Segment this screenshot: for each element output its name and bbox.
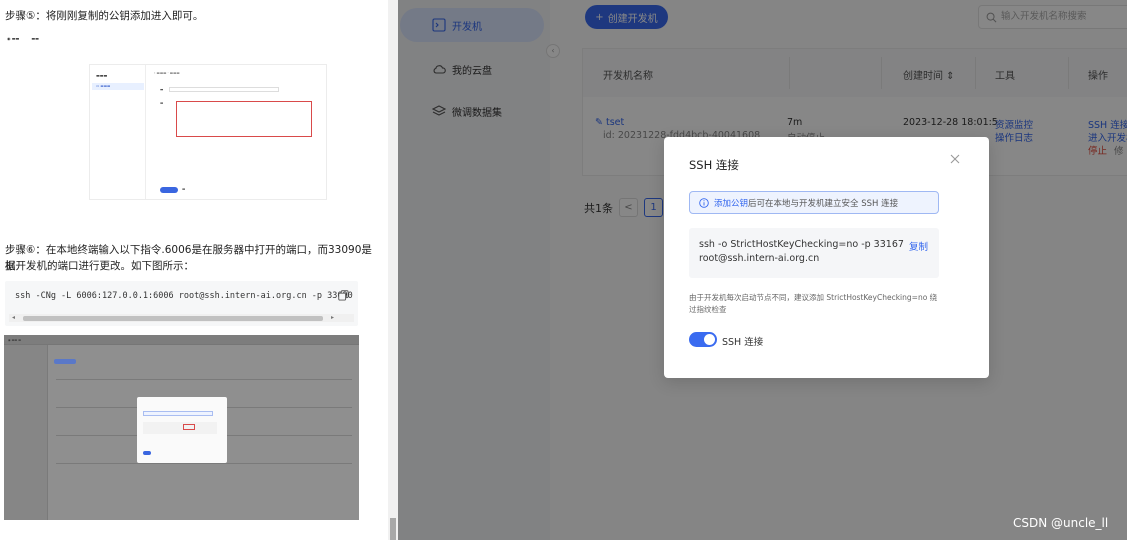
screenshot-row1: ▬ bbox=[160, 87, 280, 92]
screenshot2-row-line bbox=[56, 463, 352, 464]
screenshot-confirm-button bbox=[160, 187, 178, 193]
screenshot-side: ▬▬▬ ▭ ▬▬▬ bbox=[90, 65, 146, 199]
info-banner: 添加公钥 后可在本地与开发机建立安全 SSH 连接 bbox=[689, 191, 939, 214]
watermark: CSDN @uncle_ll bbox=[1013, 516, 1109, 530]
ssh-connect-dialog: SSH 连接 添加公钥 后可在本地与开发机建立安全 SSH 连接 ssh -o … bbox=[664, 137, 989, 378]
terminal-screenshot: ◉ ▬▬ ▬ bbox=[4, 335, 359, 520]
fingerprint-note: 由于开发机每次启动节点不同，建议添加 StrictHostKeyChecking… bbox=[689, 293, 938, 314]
screenshot-logo: ◉ ▬▬ bbox=[7, 35, 20, 41]
screenshot2-button bbox=[54, 359, 76, 364]
ssh-connect-toggle[interactable] bbox=[689, 332, 717, 347]
toggle-knob bbox=[704, 334, 715, 345]
document-scrollbar-thumb[interactable] bbox=[390, 518, 396, 540]
screenshot2-cmd bbox=[143, 422, 217, 434]
ssh-command-box: ssh -o StrictHostKeyChecking=no -p 33167… bbox=[689, 228, 939, 278]
screenshot-tab: ▬▬ bbox=[31, 35, 39, 41]
dialog-title: SSH 连接 bbox=[689, 158, 739, 172]
screenshot2-topbar: ◉ ▬▬ ▬ bbox=[4, 335, 359, 345]
copy-command-button[interactable]: 复制 bbox=[909, 239, 928, 253]
screenshot-key-textarea bbox=[176, 101, 312, 137]
public-key-screenshot: ◉ ▬▬ ▬▬ ▬▬▬ ▭ ▬▬▬ ‹ ▬▬▬ · ▬▬▬ ▬ ▬ ▬ bbox=[5, 30, 363, 208]
screenshot-card: ▬▬▬ ▭ ▬▬▬ ‹ ▬▬▬ · ▬▬▬ ▬ ▬ ▬ bbox=[89, 64, 327, 200]
screenshot-side-selected: ▭ ▬▬▬ bbox=[92, 83, 144, 90]
info-icon bbox=[699, 197, 709, 208]
screenshot2-info bbox=[143, 411, 213, 416]
document-scrollbar[interactable] bbox=[388, 0, 398, 540]
screenshot2-highlight bbox=[183, 424, 195, 430]
ssh-command-line2: root@ssh.intern-ai.org.cn bbox=[699, 253, 820, 264]
scroll-left-icon[interactable]: ◂ bbox=[12, 314, 15, 321]
screenshot-cancel: ▬ bbox=[182, 187, 186, 191]
add-public-key-link[interactable]: 添加公钥 bbox=[714, 197, 748, 209]
info-text: 后可在本地与开发机建立安全 SSH 连接 bbox=[748, 198, 899, 209]
screenshot2-row-line bbox=[56, 379, 352, 380]
dev-machine-app: 开发机 我的云盘 微调数据集 ‹ + 创建开发机 输入开发机名称搜索 开发机名称… bbox=[398, 0, 1127, 540]
code-block: ssh -CNg -L 6006:127.0.0.1:6006 root@ssh… bbox=[5, 281, 358, 326]
screenshot2-dialog bbox=[137, 397, 227, 463]
screen: 步骤⑤：将刚刚复制的公钥添加进入即可。 ◉ ▬▬ ▬▬ ▬▬▬ ▭ ▬▬▬ ‹ … bbox=[0, 0, 1127, 540]
step6-text-line2: 据开发机的端口进行更改。如下图所示： bbox=[5, 260, 194, 272]
screenshot2-toggle bbox=[143, 451, 151, 455]
document-pane: 步骤⑤：将刚刚复制的公钥添加进入即可。 ◉ ▬▬ ▬▬ ▬▬▬ ▭ ▬▬▬ ‹ … bbox=[0, 0, 378, 540]
copy-icon[interactable] bbox=[338, 290, 349, 301]
ssh-toggle-label: SSH 连接 bbox=[722, 337, 764, 348]
close-icon[interactable] bbox=[949, 153, 961, 165]
pane-gap bbox=[378, 0, 388, 540]
screenshot-crumb: ‹ ▬▬▬ · ▬▬▬ bbox=[154, 71, 180, 75]
code-scrollbar[interactable]: ◂ ▸ bbox=[9, 314, 354, 322]
screenshot-side-title: ▬▬▬ bbox=[96, 73, 108, 78]
screenshot2-side bbox=[4, 345, 48, 520]
ssh-command-line1: ssh -o StrictHostKeyChecking=no -p 33167 bbox=[699, 239, 904, 250]
screenshot-toolbar: ◉ ▬▬ ▬▬ bbox=[5, 30, 363, 46]
code-text: ssh -CNg -L 6006:127.0.0.1:6006 root@ssh… bbox=[15, 291, 353, 301]
screenshot-row2: ▬ bbox=[160, 101, 164, 105]
step5-text: 步骤⑤：将刚刚复制的公钥添加进入即可。 bbox=[5, 10, 204, 22]
code-scrollbar-thumb[interactable] bbox=[23, 316, 323, 321]
scroll-right-icon[interactable]: ▸ bbox=[331, 314, 334, 321]
